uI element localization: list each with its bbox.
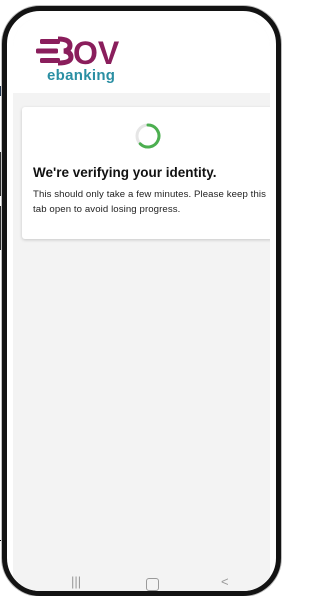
logo-text: OV (73, 35, 120, 69)
bov-logo: OV (36, 35, 120, 69)
android-nav-bar: ||| < (13, 559, 270, 591)
app-header: OV ebanking (13, 17, 270, 93)
verification-message: This should only take a few minutes. Ple… (33, 189, 267, 215)
verification-title: We're verifying your identity. (33, 165, 217, 180)
back-icon[interactable]: < (221, 574, 229, 589)
logo-subtitle: ebanking (47, 67, 116, 84)
recent-apps-icon[interactable]: ||| (71, 574, 81, 589)
phone-frame: OV ebanking We're verifying your identit… (2, 6, 281, 596)
phone-screen: OV ebanking We're verifying your identit… (13, 17, 270, 591)
loading-spinner-icon (135, 123, 161, 149)
verification-card: We're verifying your identity. This shou… (22, 107, 270, 239)
